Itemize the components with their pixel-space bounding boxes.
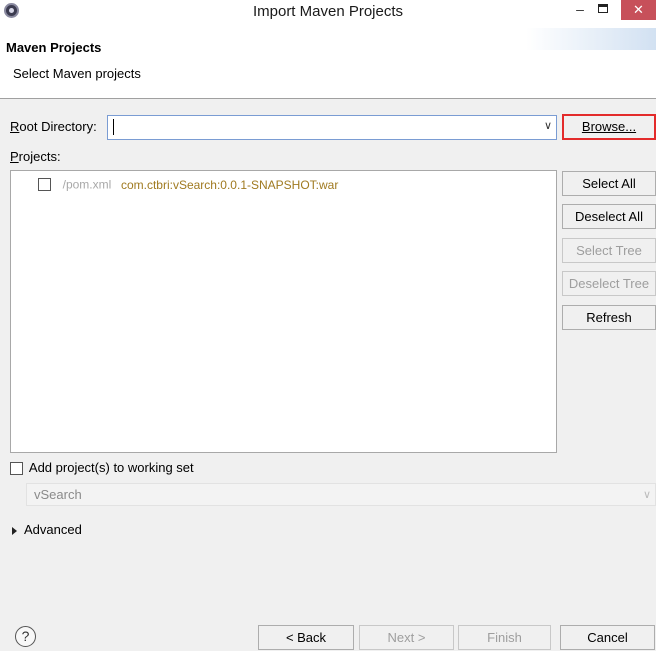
browse-button[interactable]: Browse... (562, 114, 656, 140)
select-all-button[interactable]: Select All (562, 171, 656, 196)
close-button[interactable]: ✕ (621, 0, 656, 20)
project-coordinates: com.ctbri:vSearch:0.0.1-SNAPSHOT:war (120, 177, 339, 192)
window-title: Import Maven Projects (252, 3, 404, 20)
help-icon[interactable]: ? (15, 626, 36, 647)
root-directory-label: Root Directory: (10, 119, 97, 134)
deselect-all-button[interactable]: Deselect All (562, 204, 656, 229)
projects-label-mnemonic: P (10, 149, 19, 164)
back-button[interactable]: < Back (258, 625, 354, 650)
working-set-checkbox[interactable] (10, 462, 23, 476)
header-banner-decoration (526, 28, 656, 50)
working-set-label: Add project(s) to working set (28, 460, 194, 475)
browse-button-label: Browse... (581, 119, 637, 134)
project-path: /pom.xml (62, 177, 112, 192)
advanced-label: Advanced (24, 522, 82, 537)
projects-label-rest: rojects: (18, 149, 61, 164)
project-checkbox[interactable] (38, 178, 51, 192)
chevron-down-icon[interactable]: ∨ (544, 119, 552, 132)
select-tree-button[interactable]: Select Tree (562, 238, 656, 263)
tree-item[interactable]: /pom.xml com.ctbri:vSearch:0.0.1-SNAPSHO… (38, 176, 338, 192)
working-set-combo: vSearch ∨ (26, 483, 656, 506)
projects-tree[interactable]: /pom.xml com.ctbri:vSearch:0.0.1-SNAPSHO… (10, 170, 557, 453)
advanced-toggle[interactable]: Advanced (12, 522, 82, 537)
minimize-button[interactable]: – (570, 0, 590, 20)
maximize-button[interactable] (598, 4, 608, 13)
expand-triangle-icon (12, 526, 17, 535)
page-title: Maven Projects (6, 40, 102, 55)
working-set-row[interactable]: Add project(s) to working set (10, 460, 194, 476)
cancel-button[interactable]: Cancel (560, 625, 655, 650)
page-description: Select Maven projects (13, 66, 141, 81)
next-button[interactable]: Next > (359, 625, 454, 650)
root-directory-combo[interactable]: ∨ (107, 115, 557, 140)
deselect-tree-button[interactable]: Deselect Tree (562, 271, 656, 296)
wizard-header: Maven Projects Select Maven projects (0, 26, 656, 99)
text-caret (113, 119, 114, 135)
root-directory-label-mnemonic: R (10, 119, 20, 134)
finish-button[interactable]: Finish (458, 625, 551, 650)
working-set-value: vSearch (34, 487, 82, 502)
root-directory-label-rest: oot Directory: (19, 119, 97, 134)
refresh-button[interactable]: Refresh (562, 305, 656, 330)
chevron-down-icon: ∨ (642, 489, 651, 501)
title-bar: Import Maven Projects – ✕ (0, 0, 656, 26)
projects-label: Projects: (10, 149, 61, 164)
